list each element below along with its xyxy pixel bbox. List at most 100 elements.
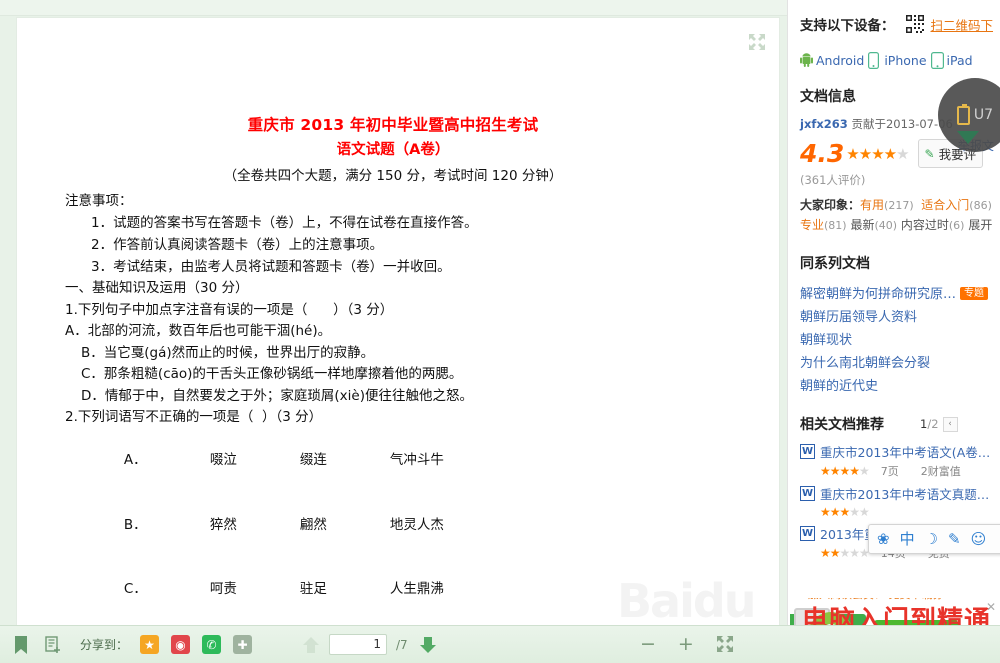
impressions-row: 大家印象：有用(217) 适合入门(86) bbox=[800, 196, 1000, 215]
rec-meta: ★★★★★ 7页 2财富值 bbox=[820, 463, 1000, 479]
device-android-label: Android bbox=[816, 53, 864, 68]
arrow-up-icon[interactable] bbox=[300, 635, 320, 655]
devices-header: 支持以下设备： bbox=[800, 14, 1000, 34]
device-ipad-label: iPad bbox=[947, 53, 973, 68]
rec-meta: ★★★★★ bbox=[820, 505, 1000, 519]
toolbar-left-group: 分享到： ★ ◉ ✆ ✚ bbox=[0, 635, 252, 655]
q2-option: A．啜泣缀连气冲斗牛 bbox=[65, 429, 721, 494]
share-more-button[interactable]: ✚ bbox=[233, 635, 252, 654]
tag-0-label[interactable]: 专业 bbox=[800, 218, 824, 232]
moon-icon[interactable]: ☽ bbox=[925, 532, 938, 547]
smiley-icon[interactable]: ☺ bbox=[971, 532, 987, 547]
bookmark-icon[interactable] bbox=[12, 635, 32, 655]
recommendations-header: 相关文档推荐 1/2 ‹ bbox=[800, 414, 1000, 434]
rec-title-row: W 重庆市2013年中考语文(A卷… bbox=[800, 442, 1000, 461]
document-page: 重庆市 2013 年初中毕业暨高中招生考试 语文试题（A卷） （全卷共四个大题，… bbox=[16, 17, 780, 625]
share-qzone-button[interactable]: ★ bbox=[140, 635, 159, 654]
baidu-paw-icon[interactable]: ❀ bbox=[877, 530, 890, 548]
tag-1-count: (40) bbox=[874, 219, 897, 232]
series-link[interactable]: 朝鲜历届领导人资料 bbox=[800, 306, 1000, 329]
tag-1-label[interactable]: 最新 bbox=[850, 218, 874, 232]
impression-0-count: (217) bbox=[884, 199, 914, 212]
rec-title-link[interactable]: 重庆市2013年中考语文(A卷… bbox=[820, 442, 990, 461]
rec-page-total: /2 bbox=[927, 417, 938, 431]
q2-option: C．呵责驻足人生鼎沸 bbox=[65, 558, 721, 623]
recommendations-title: 相关文档推荐 bbox=[800, 414, 884, 434]
fit-screen-icon[interactable] bbox=[716, 635, 736, 655]
q2-word2: 驻足 bbox=[300, 579, 390, 601]
zoom-in-button[interactable]: + bbox=[678, 635, 694, 654]
ipad-icon bbox=[931, 52, 944, 69]
rec-stars: ★★★★★ bbox=[820, 505, 869, 519]
chinese-mode-icon[interactable]: 中 bbox=[900, 532, 915, 547]
device-ipad[interactable]: iPad bbox=[931, 52, 973, 69]
tag-2-label[interactable]: 内容过时 bbox=[901, 218, 949, 232]
add-to-library-icon[interactable] bbox=[44, 635, 64, 655]
bottom-toolbar: 分享到： ★ ◉ ✆ ✚ 1 /7 − + bbox=[0, 625, 1000, 663]
share-weibo-button[interactable]: ◉ bbox=[171, 635, 190, 654]
series-link[interactable]: 朝鲜的近代史 bbox=[800, 375, 1000, 398]
notice-heading: 注意事项： bbox=[65, 190, 721, 212]
rec-title-link[interactable]: 重庆市2013年中考语文真题… bbox=[820, 484, 989, 503]
q2-word1: 呵责 bbox=[210, 579, 300, 601]
impression-1-count: (86) bbox=[969, 199, 992, 212]
share-label: 分享到： bbox=[80, 636, 128, 653]
q2-letter: B． bbox=[124, 515, 210, 537]
series-link[interactable]: 解密朝鲜为何拼命研究原… 专题 bbox=[800, 282, 1000, 306]
series-link[interactable]: 为什么南北朝鲜会分裂 bbox=[800, 352, 1000, 375]
section-heading: 一、基础知识及运用（30 分） bbox=[65, 278, 721, 300]
qr-code-icon[interactable] bbox=[905, 14, 925, 34]
word-doc-icon: W bbox=[800, 444, 815, 459]
q2-word1: 猝然 bbox=[210, 515, 300, 537]
q2-word1: 啜泣 bbox=[210, 450, 300, 472]
rec-title-row: W 重庆市2013年中考语文真题… bbox=[800, 484, 1000, 503]
page-nav-group: 1 /7 bbox=[300, 634, 437, 655]
zoom-out-button[interactable]: − bbox=[640, 635, 656, 654]
tag-2-count: (6) bbox=[949, 219, 965, 232]
document-content: 重庆市 2013 年初中毕业暨高中招生考试 语文试题（A卷） （全卷共四个大题，… bbox=[17, 18, 780, 625]
baidu-wenku-reader: 重庆市 2013 年初中毕业暨高中招生考试 语文试题（A卷） （全卷共四个大题，… bbox=[0, 0, 1000, 663]
word-doc-icon: W bbox=[800, 486, 815, 501]
tag-3-label[interactable]: 展开 bbox=[968, 218, 992, 232]
tag-0-count: (81) bbox=[824, 219, 847, 232]
rec-stars: ★★★★★ bbox=[820, 464, 869, 478]
q2-word2: 缀连 bbox=[300, 450, 390, 472]
tag-row: 专业(81) 最新(40) 内容过时(6) 展开 bbox=[800, 215, 1000, 236]
notice-item: 1．试题的答案书写在答题卡（卷）上，不得在试卷在直接作答。 bbox=[65, 212, 721, 234]
q2-word3: 地灵人杰 bbox=[390, 515, 444, 537]
contributor-link[interactable]: jxfx263 bbox=[800, 117, 848, 131]
tooltip-arrow bbox=[957, 131, 979, 144]
doc-subtitle: （全卷共四个大题，满分 150 分，考试时间 120 分钟） bbox=[65, 162, 721, 190]
rec-pages: 7页 bbox=[881, 463, 899, 479]
page-total: /7 bbox=[396, 638, 408, 652]
android-icon bbox=[800, 52, 813, 69]
impression-1-label[interactable]: 适合入门 bbox=[921, 198, 969, 212]
page-input[interactable]: 1 bbox=[329, 634, 387, 655]
pen-icon[interactable]: ✎ bbox=[948, 532, 961, 547]
q2-word2: 翩然 bbox=[300, 515, 390, 537]
chevron-left-icon[interactable]: ‹ bbox=[943, 417, 958, 432]
pencil-icon: ✎ bbox=[925, 147, 935, 161]
devices-title: 支持以下设备： bbox=[800, 14, 895, 34]
notice-item: 3．考试结束，由监考人员将试题和答题卡（卷）一并收回。 bbox=[65, 256, 721, 278]
series-link-list: 解密朝鲜为何拼命研究原… 专题 朝鲜历届领导人资料 朝鲜现状 为什么南北朝鲜会分裂… bbox=[800, 282, 1000, 398]
topic-badge: 专题 bbox=[960, 287, 988, 300]
list-item[interactable]: W 重庆市2013年中考语文(A卷… ★★★★★ 7页 2财富值 bbox=[800, 442, 1000, 479]
arrow-down-icon[interactable] bbox=[417, 635, 437, 655]
share-wechat-button[interactable]: ✆ bbox=[202, 635, 221, 654]
rating-count: (361人评价) bbox=[800, 172, 1000, 188]
device-iphone[interactable]: iPhone bbox=[868, 52, 926, 69]
q1-option: D．情郁于中，自然要发之于外；家庭琐屑(xiè)便往往触他之怒。 bbox=[65, 386, 721, 408]
scan-qr-link[interactable]: 扫二维码下 bbox=[931, 15, 994, 34]
ime-floating-toolbar[interactable]: ❀ 中 ☽ ✎ ☺ bbox=[868, 524, 1000, 554]
list-item[interactable]: W 重庆市2013年中考语文真题… ★★★★★ bbox=[800, 484, 1000, 519]
reader-top-strip bbox=[0, 0, 787, 16]
battery-icon bbox=[957, 106, 970, 125]
word-doc-icon: W bbox=[800, 526, 815, 541]
series-link[interactable]: 朝鲜现状 bbox=[800, 329, 1000, 352]
series-link-text: 解密朝鲜为何拼命研究原… bbox=[800, 287, 956, 302]
device-android[interactable]: Android bbox=[800, 52, 864, 69]
rating-stars: ★★★★★ bbox=[846, 145, 908, 163]
iphone-icon bbox=[868, 52, 881, 69]
impression-0-label[interactable]: 有用 bbox=[860, 198, 884, 212]
